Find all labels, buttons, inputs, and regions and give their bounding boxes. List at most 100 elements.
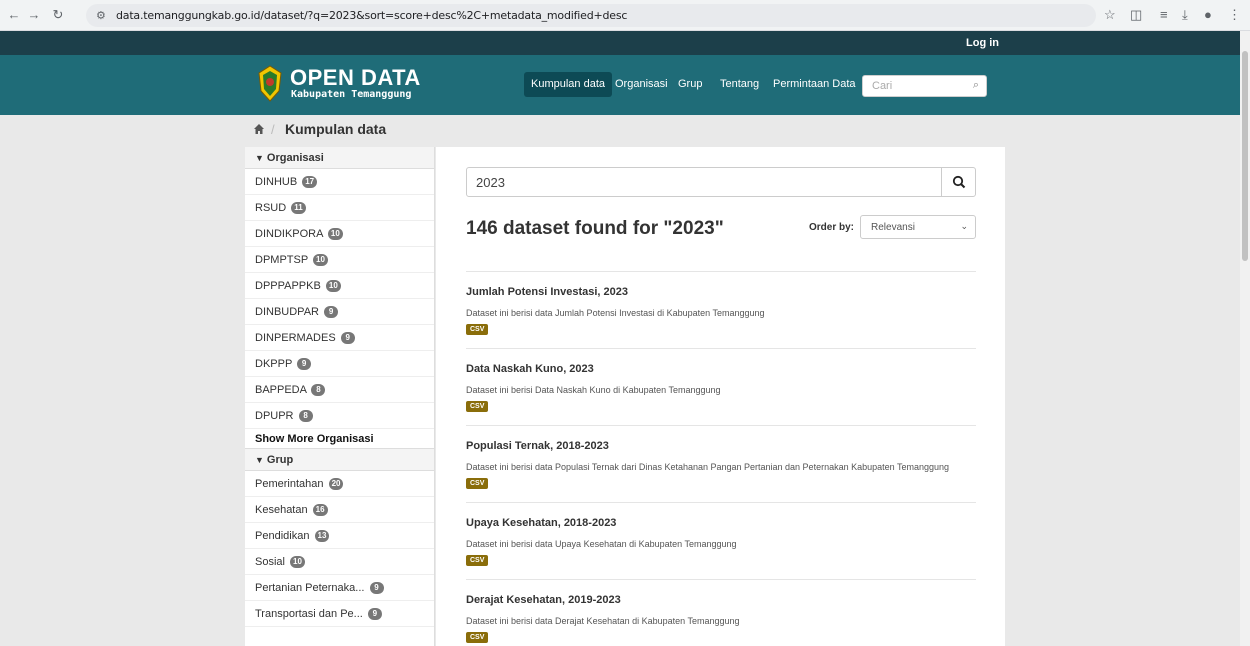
count-badge: 16 [312,504,328,517]
facet-item-label: DINBUDPAR [255,306,319,318]
count-badge: 10 [290,556,305,569]
breadcrumb-current[interactable]: Kumpulan data [285,121,386,137]
facet-item[interactable]: DINPERMADES 9 [245,325,434,351]
browser-toolbar: ← → ↻ ⚙ data.temanggungkab.go.id/dataset… [0,0,1250,31]
count-badge: 11 [291,202,306,215]
dataset-description: Dataset ini berisi data Populasi Ternak … [466,462,950,472]
facet-item-label: Sosial [255,556,285,568]
nav-kumpulan-data[interactable]: Kumpulan data [524,72,612,97]
page-scrollbar[interactable] [1240,31,1250,646]
site-info-icon[interactable]: ⚙ [96,9,106,22]
count-badge: 13 [314,530,330,543]
facet-item[interactable]: DKPPP 9 [245,351,434,377]
search-button[interactable] [941,168,975,196]
facet-item-label: Pendidikan [255,530,310,542]
nav-grup[interactable]: Grup [671,72,709,97]
format-badge[interactable]: CSV [466,555,489,566]
url-text: data.temanggungkab.go.id/dataset/?q=2023… [116,9,628,22]
facet-item[interactable]: Pemerintahan 20 [245,471,434,497]
facet-heading-organisasi: ▼ Organisasi [245,147,434,169]
extensions-icon[interactable]: ◫ [1130,7,1142,23]
dataset-title-link[interactable]: Populasi Ternak, 2018-2023 [466,440,609,452]
facet-item[interactable]: RSUD 11 [245,195,434,221]
masthead: OPEN DATA Kabupaten Temanggung Kumpulan … [0,55,1250,115]
facet-item[interactable]: DPUPR 8 [245,403,434,429]
facet-item[interactable]: DINBUDPAR 9 [245,299,434,325]
count-badge: 10 [313,254,328,267]
order-by-value: Relevansi [871,222,915,233]
facet-item-label: DPPPAPPKB [255,280,321,292]
breadcrumb: / Kumpulan data [245,115,1005,147]
format-badge[interactable]: CSV [466,324,489,335]
profile-icon[interactable]: ● [1204,7,1212,22]
dataset-item: Jumlah Potensi Investasi, 2023 Dataset i… [466,271,976,348]
site-search-input[interactable]: Cari ⌕ [862,75,987,97]
address-bar[interactable]: ⚙ data.temanggungkab.go.id/dataset/?q=20… [86,4,1096,27]
facet-item[interactable]: DPMPTSP 10 [245,247,434,273]
dataset-description: Dataset ini berisi data Derajat Kesehata… [466,616,740,626]
show-more-organisasi-link[interactable]: Show More Organisasi [245,429,434,449]
menu-icon[interactable]: ⋮ [1228,7,1241,23]
facet-item[interactable]: DINHUB 17 [245,169,434,195]
format-badge[interactable]: CSV [466,478,489,489]
count-badge: 9 [367,608,382,621]
download-icon[interactable]: ⤓ [1182,7,1188,23]
search-icon [952,175,965,189]
site-search-placeholder: Cari [872,80,893,92]
chevron-down-icon: ⌄ [960,221,968,231]
facet-item[interactable]: Pertanian Peternaka... 9 [245,575,434,601]
login-link[interactable]: Log in [966,37,999,49]
nav-organisasi[interactable]: Organisasi [608,72,675,97]
nav-tentang[interactable]: Tentang [713,72,766,97]
results-count-heading: 146 dataset found for "2023" [466,218,724,239]
count-badge: 20 [328,478,344,491]
search-icon[interactable]: ⌕ [973,79,979,92]
dataset-list: Jumlah Potensi Investasi, 2023 Dataset i… [466,271,976,646]
facet-item[interactable]: Transportasi dan Pe... 9 [245,601,434,627]
facet-item-label: BAPPEDA [255,384,307,396]
dataset-title-link[interactable]: Derajat Kesehatan, 2019-2023 [466,594,621,606]
logo-icon[interactable] [257,65,283,103]
facet-item[interactable]: DPPPAPPKB 10 [245,273,434,299]
facet-item[interactable]: Kesehatan 16 [245,497,434,523]
count-badge: 10 [327,228,343,241]
facet-item-label: Kesehatan [255,504,308,516]
facet-item[interactable]: Sosial 10 [245,549,434,575]
facet-item[interactable]: Pendidikan 13 [245,523,434,549]
breadcrumb-separator: / [271,122,275,137]
facet-heading-grup: ▼ Grup [245,449,434,471]
search-query: 2023 [476,175,505,190]
dataset-search-input[interactable]: 2023 [466,167,976,197]
facet-item-label: DKPPP [255,358,293,370]
facet-item[interactable]: BAPPEDA 8 [245,377,434,403]
count-badge: 8 [298,410,313,423]
dataset-title-link[interactable]: Data Naskah Kuno, 2023 [466,363,594,375]
count-badge: 8 [311,384,326,397]
facet-item[interactable]: DINDIKPORA 10 [245,221,434,247]
forward-icon[interactable]: → [26,7,42,23]
facet-item-label: DPMPTSP [255,254,308,266]
format-badge[interactable]: CSV [466,632,489,643]
back-icon[interactable]: ← [6,7,22,23]
count-badge: 9 [340,332,355,345]
order-by-select[interactable]: Relevansi ⌄ [860,215,976,239]
dataset-title-link[interactable]: Upaya Kesehatan, 2018-2023 [466,517,616,529]
facet-item-label: Pertanian Peternaka... [255,582,365,594]
dataset-description: Dataset ini berisi Data Naskah Kuno di K… [466,385,721,395]
format-badge[interactable]: CSV [466,401,489,412]
home-icon[interactable] [253,123,265,135]
count-badge: 9 [324,306,339,319]
facet-item-label: RSUD [255,202,287,214]
nav-permintaan-data[interactable]: Permintaan Data [766,72,863,97]
scrollbar-thumb[interactable] [1242,51,1248,261]
count-badge: 9 [297,358,312,371]
main-content: 2023 146 dataset found for "2023" Order … [436,147,1005,646]
dataset-title-link[interactable]: Jumlah Potensi Investasi, 2023 [466,286,628,298]
facet-item-label: DPUPR [255,410,294,422]
brand-title[interactable]: OPEN DATA [290,65,421,91]
filter-icon: ▼ [255,153,264,163]
reload-icon[interactable]: ↻ [50,7,66,23]
reading-list-icon[interactable]: ≡ [1160,7,1168,22]
facet-item-label: DINDIKPORA [255,228,323,240]
bookmark-star-icon[interactable]: ☆ [1104,7,1116,23]
